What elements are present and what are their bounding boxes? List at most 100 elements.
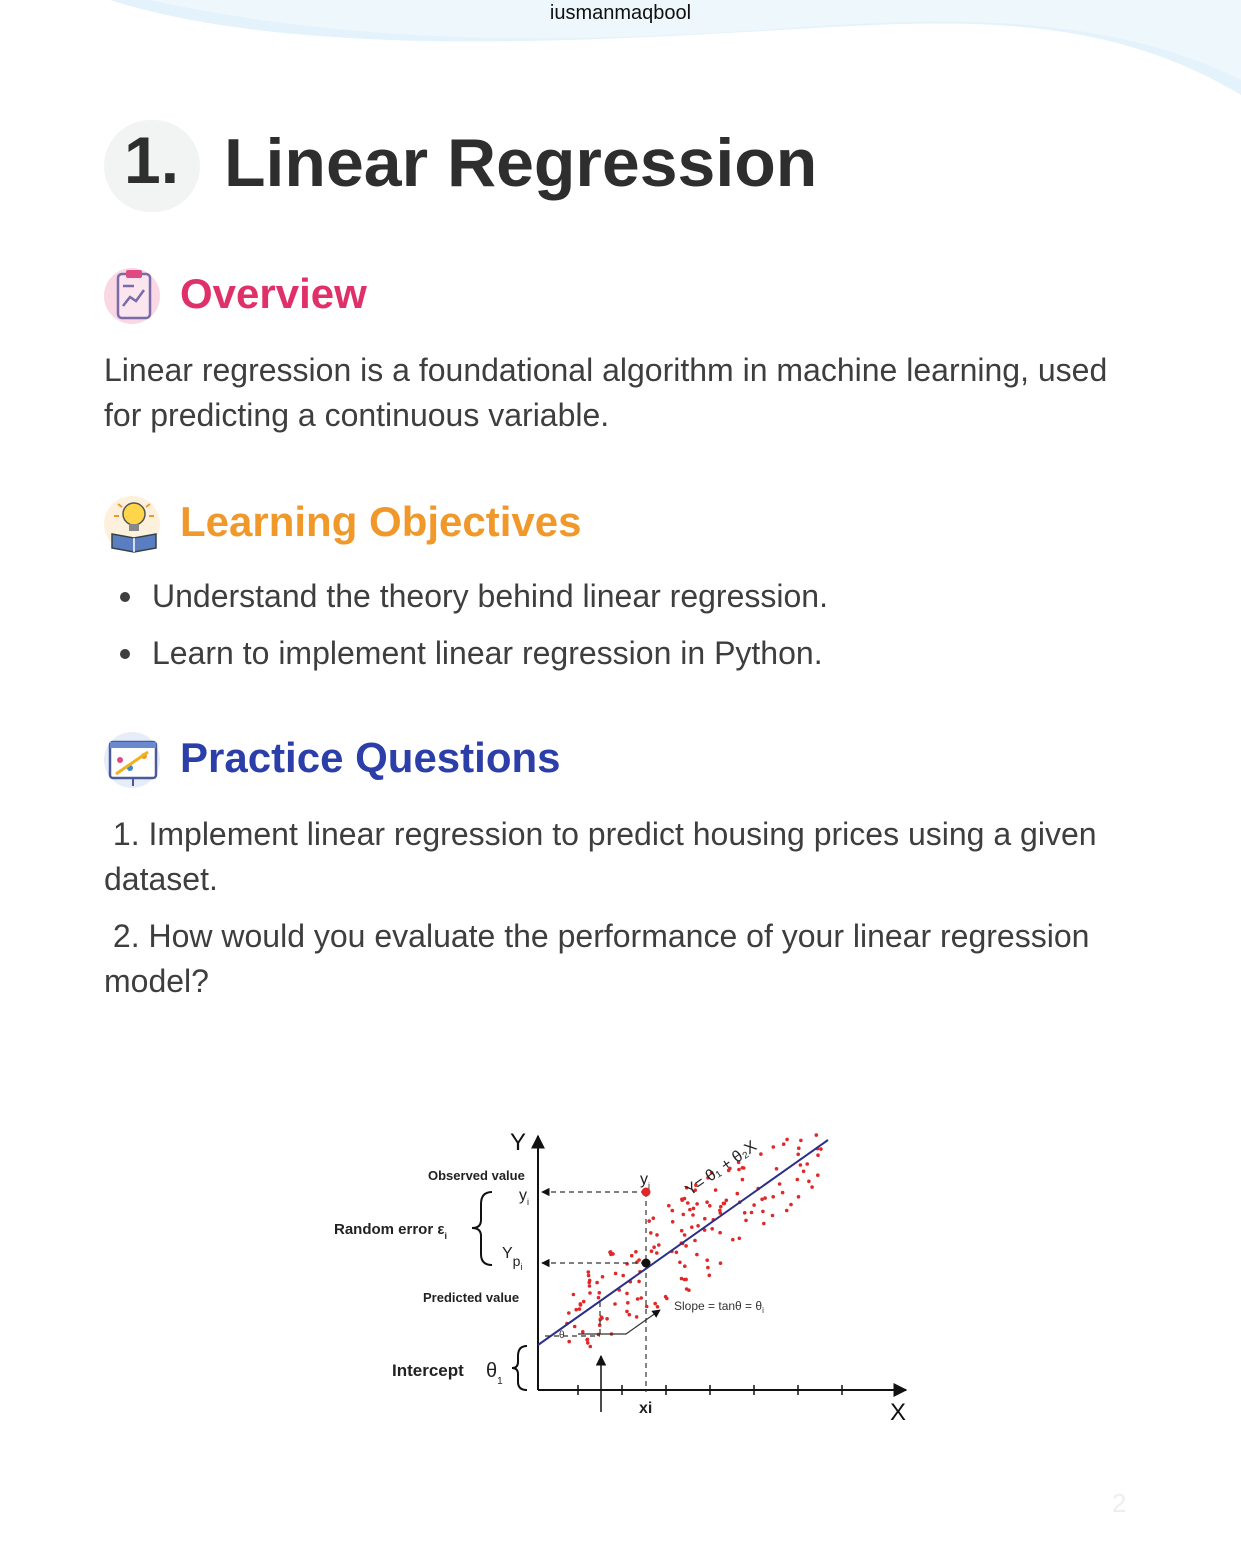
scatter-point — [655, 1305, 660, 1309]
title-number: 1. — [124, 123, 180, 197]
scatter-point — [759, 1152, 763, 1156]
scatter-point — [814, 1133, 819, 1137]
scatter-point — [819, 1147, 823, 1151]
scatter-point — [771, 1195, 775, 1199]
error-brace — [471, 1191, 493, 1266]
scatter-point — [652, 1245, 656, 1249]
regression-diagram: Y X Observed value yi Random error εi Yp… — [334, 1129, 908, 1426]
scatter-point — [761, 1209, 765, 1214]
scatter-point — [705, 1258, 709, 1262]
scatter-point — [684, 1244, 688, 1248]
scatter-point — [649, 1249, 654, 1253]
scatter-point — [585, 1338, 589, 1342]
scatter-point — [587, 1284, 592, 1288]
scatter-point — [637, 1279, 641, 1284]
scatter-point — [637, 1258, 641, 1262]
scatter-point — [655, 1251, 659, 1255]
scatter-point — [777, 1182, 782, 1186]
scatter-point — [696, 1224, 700, 1228]
scatter-point — [647, 1219, 651, 1223]
scatter-point — [785, 1137, 789, 1142]
scatter-point — [718, 1261, 723, 1265]
scatter-point — [605, 1317, 609, 1321]
scatter-point — [681, 1212, 686, 1217]
x-axis-label: X — [890, 1399, 906, 1426]
scatter-point — [688, 1207, 692, 1212]
scatter-point — [625, 1291, 629, 1296]
objectives-list: Understand the theory behind linear regr… — [104, 574, 1144, 688]
author-handle: iusmanmaqbool — [549, 2, 692, 24]
scatter-point — [810, 1185, 814, 1189]
scatter-point — [691, 1206, 696, 1211]
scatter-point — [600, 1275, 605, 1279]
scatter-point — [735, 1191, 740, 1196]
scatter-point — [721, 1201, 726, 1206]
scatter-point — [752, 1203, 756, 1207]
scatter-point — [578, 1302, 583, 1306]
scatter-point — [596, 1295, 601, 1300]
scatter-point — [796, 1195, 801, 1199]
scatter-point — [816, 1153, 820, 1157]
title-text: Linear Regression — [224, 125, 818, 201]
scatter-point — [586, 1341, 590, 1345]
scatter-point — [670, 1208, 675, 1213]
scatter-point — [789, 1202, 793, 1207]
scatter-point — [655, 1233, 659, 1237]
scatter-point — [781, 1142, 786, 1146]
scatter-point — [679, 1228, 684, 1233]
scatter-point — [574, 1307, 578, 1312]
xi-label: xi — [639, 1400, 652, 1417]
overview-text: Linear regression is a foundational algo… — [104, 352, 1108, 433]
scatter-point — [682, 1277, 687, 1282]
y-axis-label: Y — [510, 1129, 526, 1156]
scatter-point — [674, 1250, 679, 1255]
random-error-label: Random error εi — [334, 1221, 447, 1241]
observed-symbol: yi — [519, 1187, 529, 1207]
scatter-point — [695, 1202, 699, 1206]
scatter-point — [798, 1163, 803, 1167]
scatter-point — [626, 1301, 630, 1305]
scatter-point — [588, 1344, 593, 1349]
scatter-point — [595, 1280, 599, 1285]
scatter-point — [719, 1204, 723, 1209]
scatter-point — [567, 1339, 571, 1344]
objective-text: Learn to implement linear regression in … — [152, 635, 823, 671]
objectives-title: Learning Objectives — [180, 498, 582, 545]
scatter-point — [703, 1216, 707, 1221]
scatter-point — [710, 1227, 714, 1231]
scatter-point — [762, 1221, 766, 1226]
scatter-point — [724, 1198, 729, 1203]
bullet-dot — [120, 649, 130, 659]
scatter-point — [807, 1179, 811, 1184]
scatter-point — [682, 1233, 687, 1237]
scatter-point — [586, 1270, 591, 1274]
scatter-point — [691, 1213, 695, 1217]
scatter-point — [693, 1238, 697, 1243]
regression-line — [537, 1139, 829, 1346]
scatter-point — [635, 1297, 640, 1301]
scatter-point — [567, 1311, 571, 1315]
objective-text: Understand the theory behind linear regr… — [152, 578, 828, 614]
scatter-point — [613, 1302, 617, 1306]
scatter-point — [687, 1288, 691, 1292]
scatter-point — [663, 1294, 668, 1299]
scatter-point — [608, 1250, 613, 1254]
scatter-point — [760, 1197, 764, 1202]
practice-question-2: 2. How would you evaluate the performanc… — [104, 918, 1099, 999]
scatter-point — [742, 1211, 747, 1215]
predicted-label: Predicted value — [423, 1290, 519, 1305]
scatter-point — [670, 1220, 675, 1224]
slope-label: Slope = tanθ = θi — [674, 1299, 764, 1315]
scatter-point — [581, 1330, 585, 1334]
scatter-point — [629, 1253, 634, 1258]
scatter-point — [613, 1271, 618, 1276]
scatter-point — [634, 1315, 639, 1319]
scatter-point — [713, 1188, 718, 1192]
theta-label: θ — [559, 1330, 565, 1341]
intercept-label: Intercept — [392, 1361, 464, 1380]
scatter-point — [686, 1201, 690, 1205]
scatter-point — [588, 1291, 592, 1295]
scatter-point — [796, 1152, 800, 1157]
list-item: Learn to implement linear regression in … — [104, 631, 1144, 688]
scatter-point — [784, 1208, 789, 1213]
